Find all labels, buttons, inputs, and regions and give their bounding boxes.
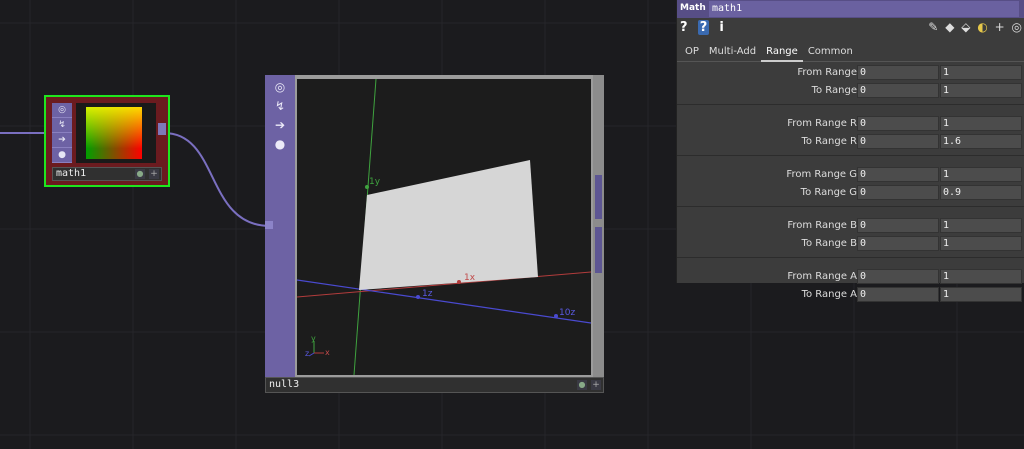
node-thumbnail — [76, 103, 156, 163]
lock-icon[interactable]: ● — [272, 136, 288, 152]
bypass-icon[interactable]: ↯ — [52, 118, 72, 133]
node-side-toolbar: ◎ ↯ ➔ ● — [52, 103, 72, 163]
tab-range[interactable]: Range — [761, 43, 803, 62]
3d-viewport[interactable]: 1y 1x 1z 10z y x z — [297, 79, 591, 375]
label-1y: 1y — [369, 177, 381, 187]
right-connector-bottom[interactable] — [595, 227, 602, 273]
output-connector[interactable] — [158, 123, 166, 135]
label-1z: 1z — [422, 289, 433, 299]
tab-common[interactable]: Common — [803, 43, 858, 60]
tab-op[interactable]: OP — [680, 43, 704, 60]
gizmo-z: z — [305, 349, 309, 358]
param-field[interactable]: 0 — [857, 134, 939, 149]
comment-icon[interactable]: ◆ — [945, 20, 954, 34]
help-icon[interactable]: ? — [680, 20, 688, 35]
pencil-icon[interactable]: ✎ — [928, 20, 938, 34]
plus-icon[interactable]: + — [995, 20, 1005, 34]
param-field[interactable]: 0 — [857, 218, 939, 233]
param-field[interactable]: 0 — [857, 116, 939, 131]
param-label: To Range A — [801, 289, 857, 300]
panel-header: Math math1 — [677, 0, 1024, 18]
label-1x: 1x — [464, 273, 476, 283]
lock-icon[interactable]: ● — [52, 148, 72, 163]
param-field[interactable]: 0.9 — [940, 185, 1022, 200]
node-name-bar[interactable]: null3 ● + — [265, 377, 604, 393]
arrow-icon[interactable]: ➔ — [52, 133, 72, 148]
param-field[interactable]: 1 — [940, 167, 1022, 182]
node-right-strip — [593, 75, 604, 377]
param-label: From Range G — [786, 169, 857, 180]
param-label: From Range A — [787, 271, 857, 282]
param-label: From Range R — [787, 118, 857, 129]
viewer-icon[interactable]: ◎ — [52, 103, 72, 118]
add-icon[interactable]: + — [149, 169, 159, 179]
param-field[interactable]: 0 — [857, 185, 939, 200]
param-field[interactable]: 0 — [857, 83, 939, 98]
viewer-icon[interactable]: ◎ — [272, 79, 288, 95]
null3-node[interactable]: ◎ ↯ ➔ ● 1y 1x 1z 10z y x z null3 ● + — [265, 75, 604, 393]
param-list: From Range 0 1 To Range 0 1 From Range R01 T… — [677, 64, 1024, 312]
param-field[interactable]: 1 — [940, 83, 1022, 98]
color-gradient-preview — [86, 107, 142, 159]
add-icon[interactable]: + — [591, 380, 601, 390]
param-label: To Range R — [801, 136, 857, 147]
connection-wire — [163, 132, 271, 227]
param-group-g: From Range G01 To Range G 0 0.9 — [677, 166, 1024, 207]
param-field[interactable]: 1 — [940, 236, 1022, 251]
param-field[interactable]: 0 — [857, 269, 939, 284]
panel-toolbar: ? ? i ✎ ◆ ⬙ ◐ + ◎ — [677, 18, 1024, 38]
param-group-b: From Range B01 To Range B01 — [677, 217, 1024, 258]
tab-multi-add[interactable]: Multi-Add — [704, 43, 761, 60]
quad-shape — [359, 160, 538, 290]
math1-node[interactable]: ◎ ↯ ➔ ● math1 ● + — [44, 95, 170, 187]
viewport-svg: 1y 1x 1z 10z y x z — [297, 79, 591, 375]
param-group-all: From Range 0 1 To Range 0 1 — [677, 64, 1024, 105]
gizmo-x: x — [325, 348, 330, 357]
bucket-icon[interactable]: ⬙ — [961, 20, 970, 34]
param-field[interactable]: 1 — [940, 218, 1022, 233]
node-name: null3 — [269, 379, 300, 390]
input-connector[interactable] — [265, 221, 273, 229]
op-name-field[interactable]: math1 — [709, 1, 1019, 17]
node-side-toolbar: ◎ ↯ ➔ ● — [265, 75, 295, 377]
param-tabs: OP Multi-Add Range Common — [677, 43, 1024, 62]
param-label: From Range — [797, 67, 857, 78]
param-field[interactable]: 0 — [857, 65, 939, 80]
info-icon[interactable]: i — [719, 20, 723, 35]
param-field[interactable]: 0 — [857, 236, 939, 251]
gizmo-y: y — [311, 334, 316, 343]
z-axis-line — [297, 279, 591, 324]
bypass-icon[interactable]: ↯ — [272, 98, 288, 114]
param-field[interactable]: 1 — [940, 65, 1022, 80]
display-icon[interactable]: ● — [135, 169, 145, 179]
parameter-panel: Math math1 ? ? i ✎ ◆ ⬙ ◐ + ◎ OP Multi-Add… — [676, 0, 1024, 302]
param-field[interactable]: 1.6 — [940, 134, 1022, 149]
param-label: To Range — [811, 85, 857, 96]
param-field[interactable]: 1 — [940, 287, 1022, 302]
param-label: To Range B — [801, 238, 857, 249]
param-field[interactable]: 0 — [857, 287, 939, 302]
param-group-r: From Range R01 To Range R 0 1.6 — [677, 115, 1024, 156]
node-name: math1 — [56, 168, 87, 179]
arrow-icon[interactable]: ➔ — [272, 117, 288, 133]
display-icon[interactable]: ● — [577, 380, 587, 390]
param-field[interactable]: 1 — [940, 269, 1022, 284]
python-icon[interactable]: ◐ — [977, 20, 987, 34]
param-field[interactable]: 0 — [857, 167, 939, 182]
python-help-icon[interactable]: ? — [697, 20, 710, 35]
target-icon[interactable]: ◎ — [1012, 20, 1022, 34]
op-type: Math — [680, 3, 706, 13]
param-label: From Range B — [787, 220, 857, 231]
label-10z: 10z — [559, 308, 575, 318]
right-connector-top[interactable] — [595, 175, 602, 219]
node-name-bar[interactable]: math1 ● + — [52, 167, 162, 181]
param-label: To Range G — [800, 187, 857, 198]
param-field[interactable]: 1 — [940, 116, 1022, 131]
param-group-a: From Range A01 To Range A01 — [677, 268, 1024, 308]
